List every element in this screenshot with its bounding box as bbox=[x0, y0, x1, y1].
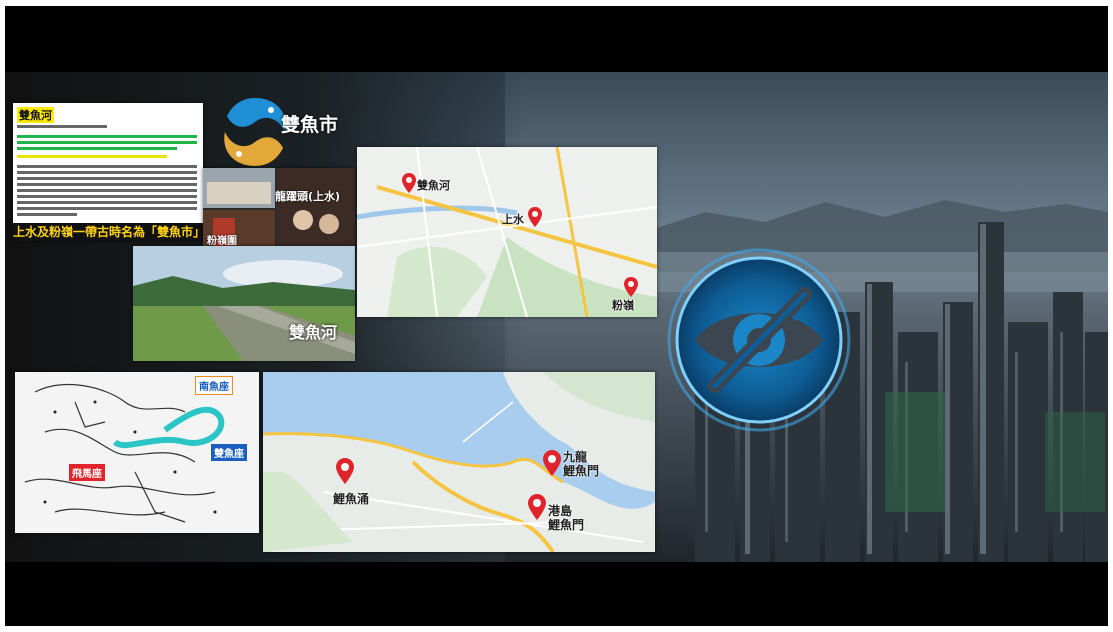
map2-label-quarry-bay: 鯉魚涌 bbox=[333, 492, 370, 506]
map1-label-river: 雙魚河 bbox=[417, 179, 450, 192]
map1-label-fanling: 粉嶺 bbox=[612, 299, 634, 312]
star-label-south-fish: 南魚座 bbox=[195, 376, 233, 395]
constellation-chart: 南魚座 雙魚座 飛馬座 bbox=[15, 372, 259, 533]
map-pin-icon bbox=[402, 173, 416, 193]
map-lei-yue-mun: 鯉魚涌 九龍 鯉魚門 港島 鯉魚門 bbox=[263, 372, 655, 552]
doc-text-line bbox=[17, 183, 197, 186]
doc-text-line bbox=[17, 125, 107, 128]
map-pin-icon bbox=[528, 494, 546, 520]
doc-text-line bbox=[17, 189, 197, 192]
eye-slash-emblem bbox=[665, 246, 853, 434]
river-photo: 雙魚河 bbox=[133, 246, 355, 361]
doc-text-line bbox=[17, 177, 197, 180]
screenshot-frame: 雙魚河 上水及粉嶺一帶古時名為「雙魚市」 雙魚市 龍躍頭(上水) 粉嶺圍 雙魚河… bbox=[0, 0, 1113, 632]
doc-text-line bbox=[17, 213, 77, 216]
doc-text-line bbox=[17, 207, 197, 210]
logo-text: 雙魚市 bbox=[281, 114, 339, 136]
wiki-document-panel: 雙魚河 上水及粉嶺一帶古時名為「雙魚市」 bbox=[13, 103, 203, 241]
map2-label-hk-island-lym: 港島 鯉魚門 bbox=[548, 504, 585, 532]
doc-text-line bbox=[17, 195, 197, 198]
doc-text-line bbox=[17, 201, 197, 204]
map-pin-icon bbox=[528, 207, 542, 227]
doc-text-line bbox=[17, 147, 177, 150]
doc-caption: 上水及粉嶺一帶古時名為「雙魚市」 bbox=[13, 223, 203, 241]
doc-text-line bbox=[17, 135, 197, 138]
map-sheung-shui: 雙魚河 上水 粉嶺 bbox=[357, 147, 657, 317]
map1-label-sheung-shui: 上水 bbox=[502, 213, 524, 226]
star-label-pisces: 雙魚座 bbox=[211, 444, 247, 461]
doc-text-line bbox=[17, 171, 197, 174]
map-pin-icon bbox=[624, 277, 638, 297]
river-label: 雙魚河 bbox=[288, 323, 337, 342]
map2-label-kowloon-lym: 九龍 鯉魚門 bbox=[563, 450, 600, 478]
star-label-pegasus: 飛馬座 bbox=[69, 464, 105, 481]
photo-label-top: 龍躍頭(上水) bbox=[275, 190, 341, 203]
map-pin-icon bbox=[543, 450, 561, 476]
doc-text-line bbox=[17, 141, 197, 144]
eye-slash-icon bbox=[667, 248, 851, 432]
doc-text-line bbox=[17, 155, 167, 158]
video-frame: 雙魚河 上水及粉嶺一帶古時名為「雙魚市」 雙魚市 龍躍頭(上水) 粉嶺圍 雙魚河… bbox=[5, 6, 1108, 626]
doc-text-line bbox=[17, 165, 197, 168]
map-pin-icon bbox=[336, 458, 354, 484]
village-photo-collage: 龍躍頭(上水) 粉嶺圍 bbox=[203, 168, 355, 250]
doc-title: 雙魚河 bbox=[17, 107, 54, 123]
photo-label-bottom: 粉嶺圍 bbox=[207, 236, 237, 247]
